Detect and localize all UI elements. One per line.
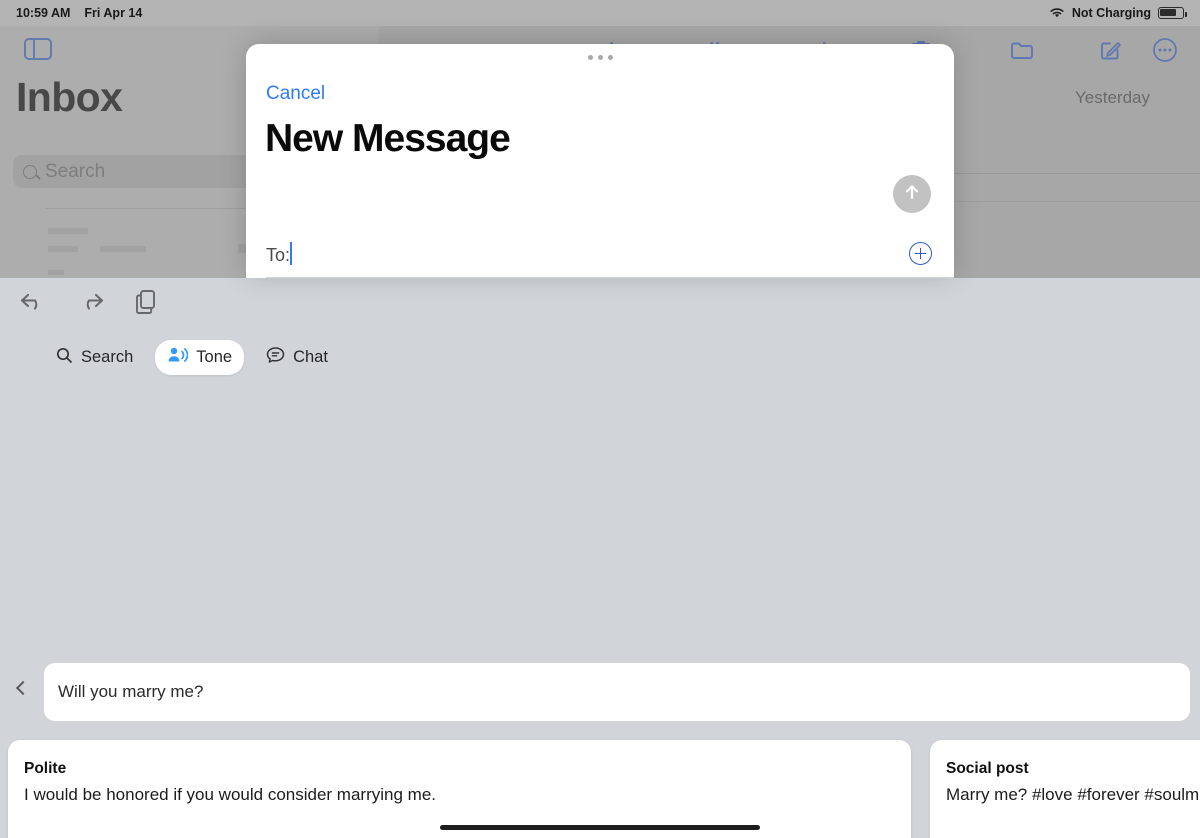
writing-tools-panel: Search Tone Chat Will you marry me? Poli… — [0, 278, 1200, 838]
search-icon — [23, 164, 37, 179]
to-field-row[interactable]: To: — [246, 234, 954, 278]
wifi-icon — [1049, 7, 1065, 19]
status-date: Fri Apr 14 — [84, 6, 143, 20]
send-button[interactable] — [893, 175, 931, 213]
status-bar: 10:59 AM Fri Apr 14 Not Charging — [0, 0, 1200, 26]
compose-title: New Message — [265, 117, 511, 160]
suggestion-cards: Polite I would be honored if you would c… — [0, 740, 1200, 838]
suggestion-card[interactable]: Social post Marry me? #love #forever #so… — [930, 740, 1200, 838]
paste-clipboard-icon[interactable] — [134, 288, 160, 321]
prompt-text: Will you marry me? — [58, 682, 204, 701]
grabber-dots-icon[interactable] — [246, 55, 954, 60]
list-item-ghost-line — [48, 246, 78, 252]
chip-chat[interactable]: Chat — [254, 340, 340, 375]
prompt-input[interactable]: Will you marry me? — [44, 663, 1190, 721]
card-title: Polite — [24, 760, 67, 777]
field-divider — [266, 277, 954, 278]
chip-label: Search — [81, 348, 134, 366]
status-time: 10:59 AM — [16, 6, 71, 20]
status-bar-left: 10:59 AM Fri Apr 14 — [16, 6, 142, 20]
chip-search[interactable]: Search — [44, 341, 145, 375]
sidebar-toggle-icon[interactable] — [24, 38, 52, 60]
chat-bubble-icon — [266, 346, 285, 369]
send-arrow-up-icon — [902, 182, 922, 207]
cancel-button[interactable]: Cancel — [266, 83, 325, 105]
chevron-left-icon[interactable] — [15, 680, 31, 696]
tone-person-speaking-icon — [167, 346, 189, 369]
undo-arrow-icon[interactable] — [18, 289, 48, 320]
ipad-screen: 10:59 AM Fri Apr 14 Not Charging Inbox S… — [0, 0, 1200, 838]
to-label: To: — [266, 245, 291, 265]
battery-icon — [1158, 7, 1187, 19]
compose-icon[interactable] — [1098, 38, 1122, 67]
suggestion-card[interactable]: Polite I would be honored if you would c… — [8, 740, 911, 838]
compose-actions-group — [1098, 37, 1178, 68]
prompt-row: Will you marry me? — [0, 663, 1200, 721]
ellipsis-circle-icon[interactable] — [1152, 37, 1178, 68]
home-indicator — [440, 825, 760, 830]
battery-status-label: Not Charging — [1071, 6, 1151, 20]
card-body: Marry me? #love #forever #soulmate — [946, 785, 1200, 804]
redo-arrow-icon[interactable] — [76, 289, 106, 320]
chip-label: Tone — [196, 348, 233, 366]
text-cursor — [290, 242, 292, 265]
compose-sheet: Cancel New Message To: Cc/Bcc, From: — [246, 44, 954, 278]
list-item-ghost-line — [48, 270, 64, 275]
edit-actions-row — [18, 288, 160, 321]
search-icon — [56, 347, 73, 369]
search-placeholder: Search — [45, 160, 106, 182]
add-circle-icon[interactable] — [909, 242, 932, 265]
message-date: Yesterday — [1075, 88, 1150, 107]
card-body: I would be honored if you would consider… — [24, 785, 436, 804]
chip-label: Chat — [293, 348, 328, 366]
list-item-ghost-line — [100, 246, 146, 252]
card-title: Social post — [946, 760, 1029, 777]
tool-chips-row: Search Tone Chat — [44, 340, 340, 375]
status-bar-right: Not Charging — [1049, 6, 1187, 20]
folder-icon[interactable] — [1010, 40, 1034, 65]
chip-tone[interactable]: Tone — [155, 340, 245, 375]
list-item-ghost-line — [48, 228, 88, 234]
page-title: Inbox — [16, 74, 123, 120]
